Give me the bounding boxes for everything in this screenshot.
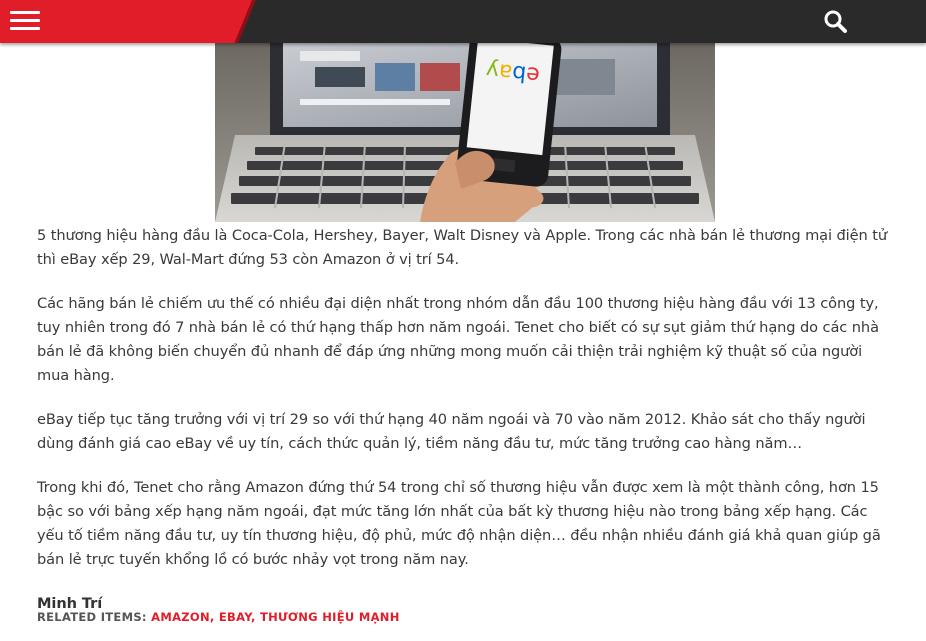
hamburger-icon[interactable] <box>10 9 40 31</box>
top-navigation-bar <box>0 0 926 43</box>
search-icon-svg <box>824 10 847 33</box>
tag-separator: , <box>250 610 256 624</box>
article-body: 5 thương hiệu hàng đầu là Coca-Cola, Her… <box>37 224 893 636</box>
tag-link-ebay[interactable]: EBAY <box>219 610 251 624</box>
tag-link-thuong-hieu-manh[interactable]: THƯƠNG HIỆU MẠNH <box>260 610 400 624</box>
tag-link-amazon[interactable]: AMAZON <box>151 610 210 624</box>
hamburger-line <box>10 11 40 14</box>
article-hero-image: ebay <box>215 43 715 222</box>
hamburger-line <box>10 27 40 30</box>
article-paragraph: Trong khi đó, Tenet cho rằng Amazon đứng… <box>37 479 881 568</box>
related-items: RELATED ITEMS: AMAZON, EBAY, THƯƠNG HIỆU… <box>37 610 400 624</box>
article-paragraph: 5 thương hiệu hàng đầu là Coca-Cola, Her… <box>37 227 887 268</box>
hero-illustration: ebay <box>215 43 715 222</box>
related-items-label: RELATED ITEMS: <box>37 610 147 624</box>
article-paragraph: Các hãng bán lẻ chiếm ưu thế có nhiều đạ… <box>37 295 879 384</box>
tag-separator: , <box>209 610 215 624</box>
hamburger-line <box>10 19 40 22</box>
search-icon[interactable] <box>822 8 850 34</box>
article-paragraph: eBay tiếp tục tăng trưởng với vị trí 29 … <box>37 411 866 452</box>
